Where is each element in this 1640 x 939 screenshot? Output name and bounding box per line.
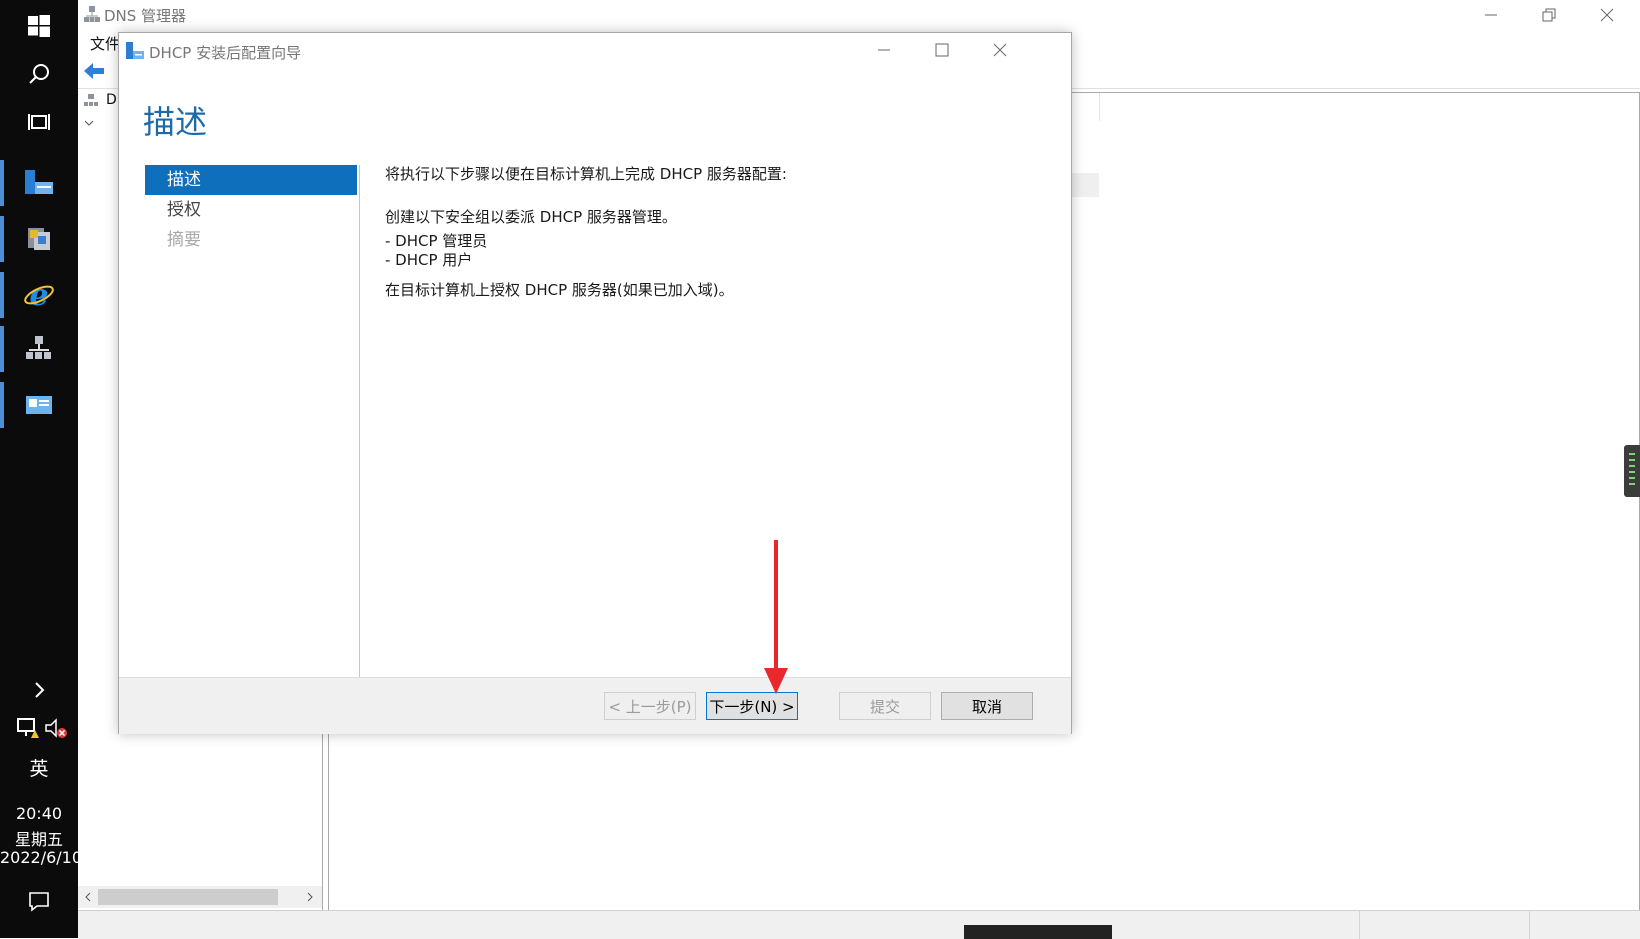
start-button[interactable] — [0, 2, 78, 50]
active-indicator — [0, 216, 4, 262]
dns-root-icon — [84, 94, 98, 106]
chevron-right-icon — [35, 682, 45, 698]
minimize-icon — [878, 49, 890, 51]
previous-button: < 上一步(P) — [604, 692, 696, 720]
task-view-icon — [28, 114, 50, 130]
annotation-arrow-head — [764, 668, 788, 694]
windows-logo-icon — [28, 15, 50, 37]
status-divider — [1359, 911, 1360, 939]
dns-window-title: DNS 管理器 — [104, 7, 187, 25]
scroll-left-icon[interactable] — [84, 892, 92, 902]
group-admins-text: - DHCP 管理员 — [385, 232, 488, 250]
taskbar: e 英 20:40 星期五 2022/6/10 — [0, 0, 82, 938]
admin-tools-icon — [28, 228, 50, 250]
clock-time[interactable]: 20:40 — [0, 804, 78, 823]
dialog-title: DHCP 安装后配置向导 — [149, 44, 302, 62]
active-indicator — [0, 382, 4, 428]
status-divider — [1529, 911, 1530, 939]
taskbar-pin-internet-explorer[interactable]: e — [0, 270, 78, 320]
search-button[interactable] — [0, 50, 78, 98]
dialog-maximize-button[interactable] — [913, 33, 971, 67]
group-users-text: - DHCP 用户 — [385, 251, 473, 269]
nav-item-description[interactable]: 描述 — [145, 165, 357, 195]
dialog-close-button[interactable] — [971, 33, 1029, 67]
active-indicator — [0, 160, 4, 206]
menu-file[interactable]: 文件 — [90, 33, 120, 54]
taskbar-pin-server-manager[interactable] — [0, 158, 78, 208]
side-panel-handle[interactable] — [1624, 445, 1640, 497]
dns-title-bar[interactable]: DNS 管理器 — [78, 0, 1640, 30]
nav-item-authorization[interactable]: 授权 — [145, 195, 357, 225]
dns-network-icon — [26, 336, 51, 359]
intro-text: 将执行以下步骤以便在目标计算机上完成 DHCP 服务器配置: — [385, 165, 787, 183]
taskbar-pin-dns-manager[interactable] — [0, 324, 78, 374]
dialog-footer: < 上一步(P) 下一步(N) > 提交 取消 — [119, 677, 1071, 734]
dns-close-button[interactable] — [1578, 0, 1636, 30]
close-icon — [993, 43, 1007, 57]
input-method-indicator[interactable]: 英 — [0, 754, 78, 781]
action-center-button[interactable] — [0, 878, 78, 924]
wizard-server-icon — [126, 42, 144, 59]
handle-grip — [1629, 453, 1635, 489]
maximize-icon — [935, 43, 949, 57]
groups-intro-text: 创建以下安全组以委派 DHCP 服务器管理。 — [385, 208, 677, 226]
minimize-icon — [1485, 14, 1497, 16]
tree-root-label[interactable]: D — [106, 92, 117, 108]
scroll-thumb[interactable] — [98, 889, 278, 905]
active-indicator — [0, 326, 4, 372]
taskbar-pin-powershell-tools[interactable] — [0, 214, 78, 264]
notification-icon — [29, 892, 49, 912]
restore-icon — [1542, 8, 1556, 22]
back-arrow-icon[interactable] — [84, 62, 104, 80]
dns-minimize-button[interactable] — [1462, 0, 1520, 30]
svg-text:e: e — [29, 279, 48, 311]
show-hidden-icons-button[interactable] — [0, 674, 78, 706]
annotation-arrow-shaft — [774, 540, 778, 672]
overlay-strip — [964, 925, 1112, 939]
network-warning-icon[interactable] — [16, 716, 40, 740]
volume-muted-icon[interactable] — [44, 716, 68, 740]
nav-separator — [359, 165, 360, 685]
search-icon — [29, 64, 49, 84]
next-button[interactable]: 下一步(N) > — [706, 692, 798, 720]
dns-status-bar — [78, 910, 1640, 939]
task-view-button[interactable] — [0, 98, 78, 146]
chevron-down-icon[interactable] — [84, 120, 94, 128]
close-icon — [1600, 8, 1614, 22]
scroll-right-icon[interactable] — [306, 892, 314, 902]
internet-explorer-icon: e — [24, 279, 54, 311]
server-manager-icon — [25, 170, 53, 194]
dialog-title-bar[interactable]: DHCP 安装后配置向导 — [119, 33, 1071, 69]
dialog-minimize-button[interactable] — [855, 33, 913, 67]
dns-app-icon — [84, 6, 100, 22]
tree-horizontal-scrollbar[interactable] — [78, 886, 322, 908]
clock-day[interactable]: 星期五 — [0, 826, 78, 850]
control-panel-icon — [26, 396, 52, 414]
dhcp-wizard-dialog: DHCP 安装后配置向导 描述 描述 授权 摘要 将执行以下步骤以便在目标计算机… — [118, 32, 1072, 734]
column-divider — [1099, 93, 1100, 121]
authorize-text: 在目标计算机上授权 DHCP 服务器(如果已加入域)。 — [385, 281, 734, 299]
active-indicator — [0, 272, 4, 318]
cancel-button[interactable]: 取消 — [941, 692, 1033, 720]
taskbar-pin-control-panel[interactable] — [0, 380, 78, 430]
nav-item-summary: 摘要 — [167, 230, 201, 250]
page-heading: 描述 — [143, 103, 208, 141]
submit-button: 提交 — [839, 692, 931, 720]
clock-date[interactable]: 2022/6/10 — [0, 848, 82, 867]
dns-restore-button[interactable] — [1520, 0, 1578, 30]
